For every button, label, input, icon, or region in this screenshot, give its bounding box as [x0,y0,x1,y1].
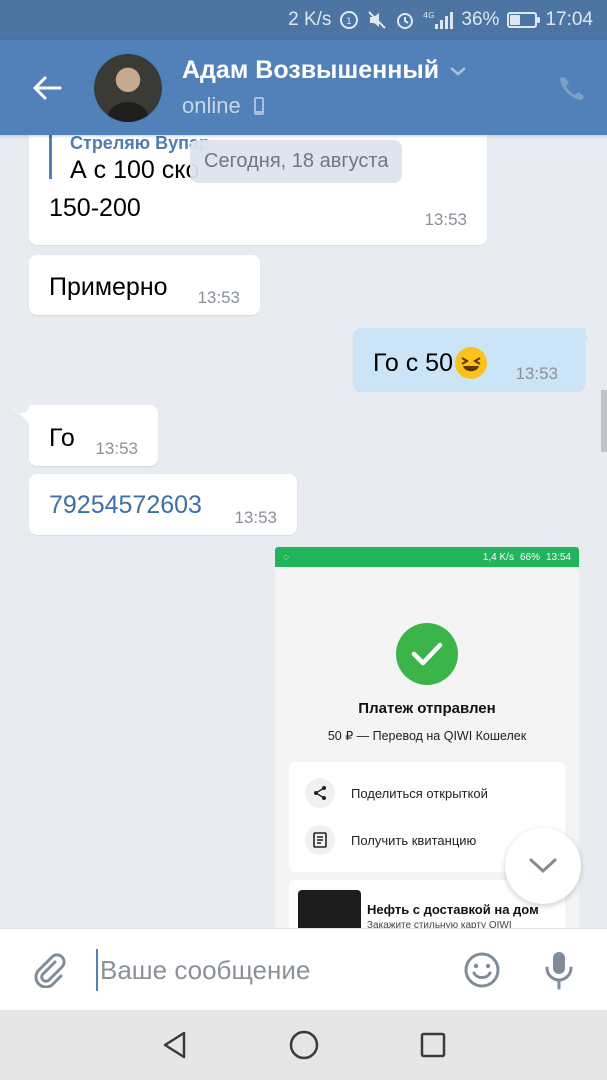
attachment-time: 13:54 [545,551,571,563]
online-status: online [182,93,241,118]
mute-icon [367,10,387,30]
message-bubble[interactable]: Го 13:53 [29,405,158,466]
attach-button[interactable] [26,947,72,993]
qiwi-card-image [298,890,361,928]
system-nav-bar [0,1010,607,1080]
battery-icon [507,12,541,28]
receipt-icon [305,825,335,855]
nav-home-button[interactable] [284,1025,324,1065]
share-action: Поделиться открыткой [305,778,488,808]
message-input-bar [0,928,607,1010]
smile-icon [464,952,500,988]
message-bubble[interactable]: 79254572603 13:53 [29,474,297,535]
svg-text:1: 1 [347,17,353,27]
message-time: 13:53 [197,288,240,307]
scroll-down-button[interactable] [505,828,581,904]
clock: 17:04 [545,9,593,30]
receipt-action: Получить квитанцию [305,825,476,855]
emoji-button[interactable] [459,947,505,993]
message-bubble-outgoing[interactable]: Го с 50 13:53 [353,328,585,391]
payment-title: Платеж отправлен [358,700,496,717]
circle-home-icon [289,1030,318,1060]
nav-recents-button[interactable] [413,1025,453,1065]
message-time: 13:53 [234,508,277,527]
message-text: Примерно [49,273,168,301]
message-text: Го с 50 [373,348,453,377]
bubble-tail [11,405,31,425]
contact-name: Адам Возвышенный [182,56,440,84]
payment-subtitle: 50 ₽ — Перевод на QIWI Кошелек [327,729,527,743]
promo-subtitle: Закажите стильную карту QIWI [367,920,512,928]
message-time: 13:53 [95,439,138,458]
checkmark-icon [396,623,458,685]
phone-icon [560,76,584,100]
alarm-icon [395,10,415,30]
receipt-label: Получить квитанцию [351,832,477,848]
status-bar: 2 K/s 1 4G 36% 17:04 [0,0,607,40]
triangle-back-icon [163,1031,185,1059]
attachment-status-bar: ◌ 1,4 K/s 66% 13:54 [275,547,579,567]
chevron-down-icon [529,858,557,874]
voice-button[interactable] [536,947,582,993]
message-list[interactable]: Стреляю Вупар А с 100 ско 150-200 13:53 … [0,135,607,928]
svg-text:4G: 4G [423,11,434,20]
scrollbar[interactable] [601,390,607,452]
message-input[interactable] [96,949,436,991]
promo-title: Нефть с доставкой на дом [367,902,539,917]
chat-header: Адам Возвышенный online [0,40,607,135]
reply-quote[interactable]: Стреляю Вупар А с 100 ско [49,135,210,184]
network-speed: 2 K/s [288,9,332,30]
message-time: 13:53 [515,364,558,383]
date-separator: Сегодня, 18 августа [190,140,403,183]
attachment-speed: 1,4 K/s [482,551,514,563]
battery-percent: 36% [461,9,500,30]
message-text: Го [49,424,75,452]
mobile-icon [253,97,264,115]
contact-info[interactable]: Адам Возвышенный online [182,56,537,119]
message-bubble[interactable]: Примерно 13:53 [29,255,260,315]
hd-icon: 1 [339,10,359,30]
attachment-battery: 66% [519,551,540,563]
square-recents-icon [420,1032,445,1058]
message-time: 13:53 [424,210,467,229]
microphone-icon [545,952,573,990]
laughing-emoji-icon [454,347,487,379]
paperclip-icon [34,953,66,988]
back-button[interactable] [0,40,94,135]
qiwi-small-icon: ◌ [283,551,289,563]
avatar[interactable] [94,53,162,122]
call-button[interactable] [537,40,607,135]
share-icon [305,778,335,808]
chevron-down-icon [450,66,466,76]
nav-back-button[interactable] [155,1025,195,1065]
arrow-left-icon [32,76,62,99]
phone-number-link[interactable]: 79254572603 [49,491,202,520]
message-text: 150-200 [49,194,141,222]
share-label: Поделиться открыткой [351,785,488,801]
signal-icon: 4G [423,10,454,30]
